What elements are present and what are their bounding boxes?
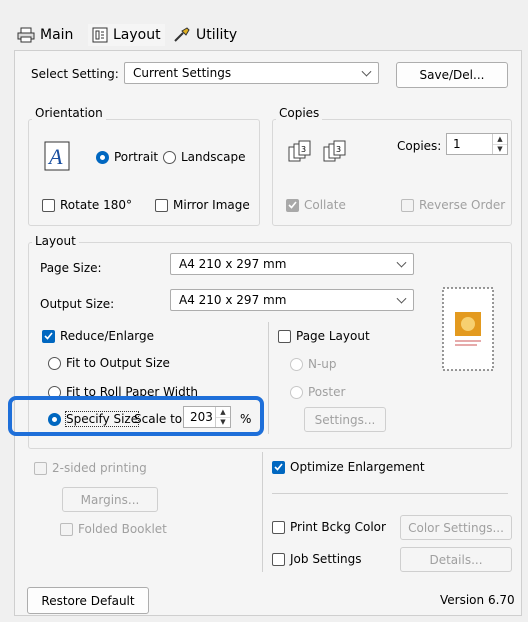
checkmark-icon xyxy=(44,332,53,340)
optimize-enlargement-label: Optimize Enlargement xyxy=(290,460,425,474)
landscape-label: Landscape xyxy=(181,150,246,164)
page-layout-label: Page Layout xyxy=(296,329,370,343)
fit-output-radio[interactable]: Fit to Output Size xyxy=(48,356,170,370)
copies-stepper[interactable]: 1 ▲ ▼ xyxy=(446,133,508,155)
wrench-icon xyxy=(174,27,190,42)
mirror-image-checkbox[interactable]: Mirror Image xyxy=(155,198,250,212)
reduce-enlarge-box xyxy=(42,329,55,343)
portrait-radio[interactable]: Portrait xyxy=(96,150,158,164)
tab-main-label: Main xyxy=(40,27,74,43)
poster-dot xyxy=(290,385,303,399)
rotate-180-box xyxy=(42,198,55,212)
rotate-180-label: Rotate 180° xyxy=(60,198,133,212)
chevron-down-icon xyxy=(361,66,372,77)
select-setting-value: Current Settings xyxy=(133,66,232,80)
details-button[interactable]: Details... xyxy=(400,547,512,572)
mirror-image-label: Mirror Image xyxy=(173,198,250,212)
checkmark-icon xyxy=(274,463,283,471)
save-del-button[interactable]: Save/Del... xyxy=(396,62,508,88)
two-sided-checkbox[interactable]: 2-sided printing xyxy=(34,461,147,475)
copies-up-icon[interactable]: ▲ xyxy=(493,134,507,145)
fit-output-dot xyxy=(48,356,61,370)
layout-settings-button[interactable]: Settings... xyxy=(304,407,386,432)
copies-down-icon[interactable]: ▼ xyxy=(493,145,507,155)
chevron-down-icon xyxy=(396,257,407,268)
layout-icon xyxy=(92,27,108,43)
folded-booklet-label: Folded Booklet xyxy=(78,522,167,536)
copies-title: Copies xyxy=(276,106,323,120)
highlight-outline xyxy=(8,396,264,436)
bottom-divider xyxy=(262,452,263,572)
print-bckg-box xyxy=(272,520,285,534)
mirror-image-box xyxy=(155,198,168,212)
reverse-order-box xyxy=(401,198,414,212)
collate-label: Collate xyxy=(304,198,346,212)
page-layout-box xyxy=(278,329,291,343)
page-layout-checkbox[interactable]: Page Layout xyxy=(278,329,370,343)
tab-utility[interactable]: Utility xyxy=(173,24,237,46)
chevron-down-icon xyxy=(396,293,407,304)
output-size-value: A4 210 x 297 mm xyxy=(179,293,287,307)
print-bckg-label: Print Bckg Color xyxy=(290,520,386,534)
optimize-enlargement-checkbox[interactable]: Optimize Enlargement xyxy=(272,460,425,474)
optimize-enlargement-box xyxy=(272,460,285,474)
folded-booklet-checkbox[interactable]: Folded Booklet xyxy=(60,522,167,536)
poster-label: Poster xyxy=(308,385,346,399)
collate-box xyxy=(286,198,299,212)
job-settings-box xyxy=(272,552,285,566)
landscape-radio[interactable]: Landscape xyxy=(163,150,245,164)
portrait-label: Portrait xyxy=(114,150,159,164)
print-bckg-checkbox[interactable]: Print Bckg Color xyxy=(272,520,386,534)
fit-output-label: Fit to Output Size xyxy=(66,356,170,370)
restore-default-button[interactable]: Restore Default xyxy=(27,587,149,614)
tab-layout[interactable]: Layout xyxy=(88,24,165,46)
rotate-180-checkbox[interactable]: Rotate 180° xyxy=(42,198,132,212)
page-preview-icon xyxy=(442,287,494,371)
output-size-label: Output Size: xyxy=(40,297,115,311)
page-size-dropdown[interactable]: A4 210 x 297 mm xyxy=(170,253,414,275)
job-settings-checkbox[interactable]: Job Settings xyxy=(272,552,362,566)
page-size-label: Page Size: xyxy=(40,261,102,275)
two-sided-box xyxy=(34,461,47,475)
collate-pages-icon: 3 3 xyxy=(288,140,346,162)
output-size-dropdown[interactable]: A4 210 x 297 mm xyxy=(170,289,414,311)
layout-divider xyxy=(268,322,269,434)
reduce-enlarge-label: Reduce/Enlarge xyxy=(60,329,155,343)
select-setting-dropdown[interactable]: Current Settings xyxy=(124,62,379,84)
portrait-radio-dot xyxy=(96,150,109,164)
version-label: Version 6.70 xyxy=(440,593,515,607)
select-setting-label: Select Setting: xyxy=(31,67,119,81)
reduce-enlarge-checkbox[interactable]: Reduce/Enlarge xyxy=(42,329,154,343)
tab-bar: Main Layout Utility xyxy=(0,0,528,50)
layout-title: Layout xyxy=(32,234,79,248)
folded-booklet-box xyxy=(60,522,73,536)
tab-layout-label: Layout xyxy=(113,27,161,43)
two-sided-label: 2-sided printing xyxy=(52,461,147,475)
collate-checkbox[interactable]: Collate xyxy=(286,198,346,212)
svg-text:A: A xyxy=(47,144,63,169)
color-settings-button[interactable]: Color Settings... xyxy=(400,515,512,540)
page-size-value: A4 210 x 297 mm xyxy=(179,257,287,271)
portrait-page-icon: A xyxy=(44,141,70,171)
nup-radio[interactable]: N-up xyxy=(290,357,337,371)
copies-label: Copies: xyxy=(397,139,442,153)
margins-button[interactable]: Margins... xyxy=(62,487,158,512)
horizontal-divider xyxy=(272,493,508,494)
checkmark-icon xyxy=(288,201,297,209)
orientation-title: Orientation xyxy=(32,106,106,120)
nup-dot xyxy=(290,357,303,371)
printer-icon xyxy=(17,27,35,43)
reverse-order-checkbox[interactable]: Reverse Order xyxy=(401,198,505,212)
svg-text:3: 3 xyxy=(301,145,306,154)
tab-main[interactable]: Main xyxy=(17,24,73,46)
svg-text:3: 3 xyxy=(336,145,341,154)
copies-value: 1 xyxy=(453,137,461,151)
reverse-order-label: Reverse Order xyxy=(419,198,506,212)
nup-label: N-up xyxy=(308,357,337,371)
job-settings-label: Job Settings xyxy=(290,552,362,566)
landscape-radio-dot xyxy=(163,150,176,164)
tab-utility-label: Utility xyxy=(196,27,238,43)
poster-radio[interactable]: Poster xyxy=(290,385,345,399)
